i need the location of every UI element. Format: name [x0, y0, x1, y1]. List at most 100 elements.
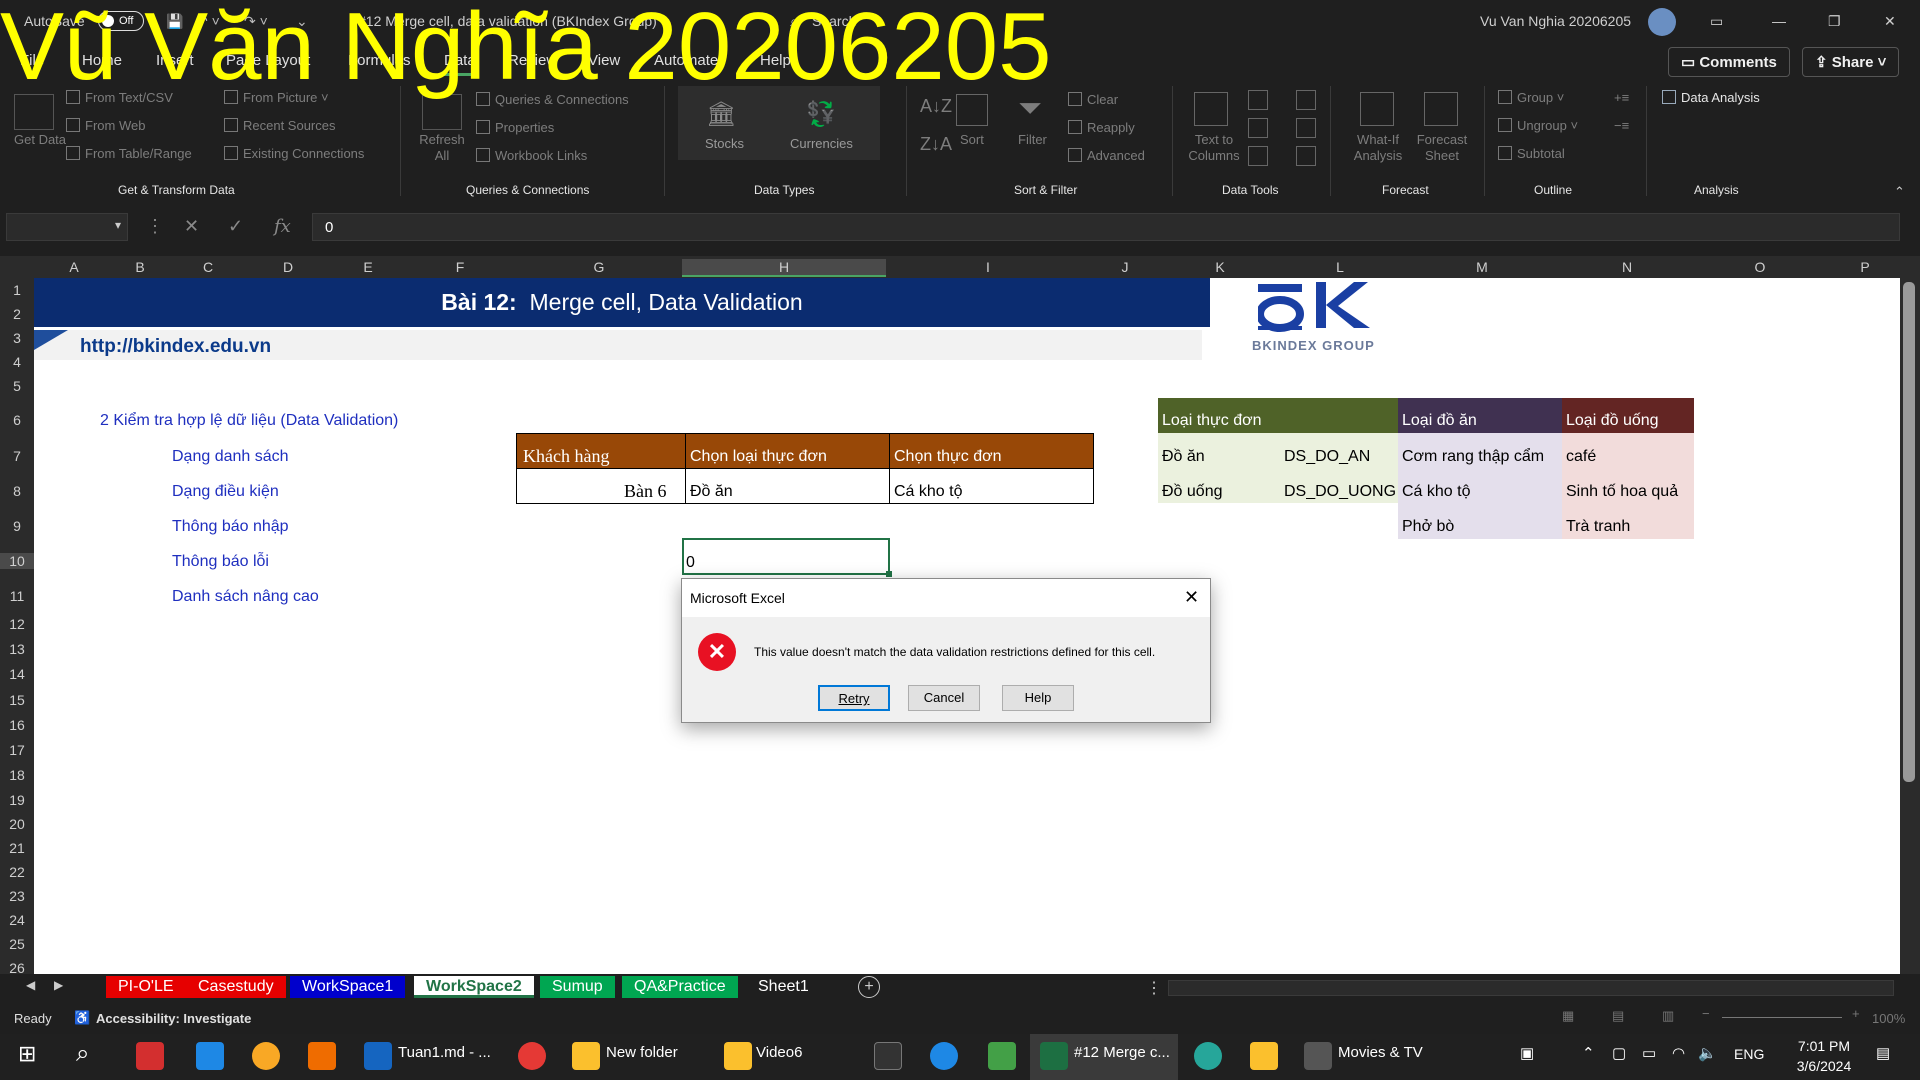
formula-input[interactable]: 0 — [312, 213, 1900, 241]
fill-handle[interactable] — [886, 571, 892, 577]
docker-icon[interactable] — [930, 1042, 958, 1070]
col-header[interactable]: P — [1830, 259, 1900, 275]
zoom-out-icon[interactable]: − — [1702, 1006, 1710, 1021]
taskbar-excel[interactable]: #12 Merge c... — [1074, 1044, 1170, 1061]
what-if-button[interactable]: What-If Analysis — [1348, 132, 1408, 164]
tray-chevron-icon[interactable]: ⌃ — [1582, 1044, 1595, 1062]
row-header[interactable]: 13 — [0, 641, 34, 657]
prev-sheet-icon[interactable]: ◀ — [26, 978, 35, 992]
hide-detail-icon[interactable]: −≡ — [1614, 118, 1629, 133]
row-header[interactable]: 5 — [0, 378, 34, 394]
tab-split-icon[interactable]: ⋮ — [1146, 978, 1162, 998]
zoom-level[interactable]: 100% — [1872, 1011, 1905, 1026]
relationships-icon[interactable] — [1296, 118, 1316, 138]
advanced-button[interactable]: Advanced — [1068, 148, 1145, 163]
lookup-cell[interactable]: DS_DO_AN — [1284, 448, 1370, 466]
row-header[interactable]: 15 — [0, 692, 34, 708]
row-header[interactable]: 24 — [0, 912, 34, 928]
search-taskbar-icon[interactable]: ⌕ — [76, 1040, 89, 1068]
row-header[interactable]: 3 — [0, 330, 34, 346]
next-sheet-icon[interactable]: ▶ — [54, 978, 63, 992]
minimize-icon[interactable]: — — [1772, 13, 1786, 29]
row-header[interactable]: 11 — [0, 588, 34, 604]
stocks-button[interactable]: Stocks — [705, 136, 744, 151]
lookup-cell[interactable]: Phở bò — [1402, 518, 1454, 536]
battery-icon[interactable]: ▭ — [1642, 1044, 1656, 1062]
collapse-ribbon-icon[interactable]: ⌃ — [1894, 184, 1905, 200]
sheet-tab[interactable]: WorkSpace1 — [290, 976, 406, 998]
lookup-cell[interactable]: Đồ ăn — [1162, 448, 1205, 466]
tray-icon[interactable]: ▢ — [1612, 1044, 1626, 1062]
app-icon[interactable] — [196, 1042, 224, 1070]
col-header[interactable]: M — [1400, 259, 1564, 275]
sheet-tab[interactable]: Sumup — [540, 976, 615, 998]
filter-button[interactable]: Filter — [1018, 132, 1047, 147]
vertical-scroll-thumb[interactable] — [1903, 282, 1915, 782]
app-icon[interactable] — [136, 1042, 164, 1070]
vscode-icon[interactable] — [364, 1042, 392, 1070]
row-header[interactable]: 25 — [0, 936, 34, 952]
row-header[interactable]: 14 — [0, 666, 34, 682]
col-header[interactable]: F — [420, 259, 500, 275]
from-table-button[interactable]: From Table/Range — [66, 146, 192, 161]
col-header[interactable]: B — [112, 259, 168, 275]
help-button[interactable]: Help — [1002, 685, 1074, 711]
clear-button[interactable]: Clear — [1068, 92, 1118, 107]
row-header[interactable]: 22 — [0, 864, 34, 880]
lookup-cell[interactable]: Đồ uống — [1162, 483, 1223, 501]
user-name[interactable]: Vu Van Nghia 20206205 — [1480, 13, 1631, 29]
comments-button[interactable]: ▭ Comments — [1668, 47, 1790, 77]
row-header[interactable]: 4 — [0, 354, 34, 370]
refresh-all-button[interactable]: Refresh All — [414, 132, 470, 164]
col-header-active[interactable]: H — [682, 259, 886, 277]
app-icon[interactable] — [988, 1042, 1016, 1070]
folder-icon[interactable] — [724, 1042, 752, 1070]
col-header[interactable]: J — [1090, 259, 1160, 275]
sort-button[interactable]: Sort — [960, 132, 984, 147]
currencies-button[interactable]: Currencies — [790, 136, 853, 151]
sheet-tab-active[interactable]: WorkSpace2 — [414, 976, 534, 998]
excel-icon[interactable] — [1040, 1042, 1068, 1070]
data-validation-icon[interactable] — [1248, 146, 1268, 166]
sheet-tab[interactable]: QA&Practice — [622, 976, 738, 998]
existing-connections-button[interactable]: Existing Connections — [224, 146, 364, 161]
cancel-button[interactable]: Cancel — [908, 685, 980, 711]
col-header[interactable]: O — [1690, 259, 1830, 275]
powerbi-icon[interactable] — [1250, 1042, 1278, 1070]
url-link[interactable]: http://bkindex.edu.vn — [80, 336, 271, 358]
terminal-icon[interactable] — [874, 1042, 902, 1070]
notifications-icon[interactable]: ▤ — [1876, 1044, 1890, 1062]
lookup-cell[interactable]: Cơm rang thập cẩm — [1402, 448, 1544, 466]
taskbar-folder[interactable]: New folder — [606, 1044, 678, 1061]
taskbar-video[interactable]: Video6 — [756, 1044, 802, 1061]
name-box[interactable]: ▾ — [6, 213, 128, 241]
more-icon[interactable]: ⋮ — [146, 216, 164, 237]
row-header[interactable]: 23 — [0, 888, 34, 904]
col-header[interactable]: I — [886, 259, 1090, 275]
row-header[interactable]: 8 — [0, 483, 34, 499]
chrome-icon[interactable] — [518, 1042, 546, 1070]
page-break-view-icon[interactable]: ▥ — [1662, 1008, 1674, 1024]
remove-duplicates-icon[interactable] — [1248, 118, 1268, 138]
row-header-active[interactable]: 10 — [0, 553, 34, 569]
recent-sources-button[interactable]: Recent Sources — [224, 118, 336, 133]
row-header[interactable]: 17 — [0, 742, 34, 758]
lookup-cell[interactable]: DS_DO_UONG — [1284, 483, 1396, 501]
row-header[interactable]: 20 — [0, 816, 34, 832]
volume-icon[interactable]: 🔈 — [1698, 1044, 1717, 1062]
ungroup-button[interactable]: Ungroup ˅ — [1498, 118, 1578, 133]
row-header[interactable]: 9 — [0, 518, 34, 534]
news-icon[interactable]: ▣ — [1520, 1044, 1534, 1062]
cancel-entry-icon[interactable]: ✕ — [184, 216, 199, 237]
movies-icon[interactable] — [1304, 1042, 1332, 1070]
confirm-entry-icon[interactable]: ✓ — [228, 216, 243, 237]
row-header[interactable]: 12 — [0, 616, 34, 632]
horizontal-scrollbar[interactable] — [1168, 980, 1894, 996]
zoom-in-icon[interactable]: + — [1852, 1006, 1860, 1021]
lookup-cell[interactable]: Cá kho tộ — [1402, 483, 1470, 501]
col-header[interactable]: K — [1160, 259, 1280, 275]
language-indicator[interactable]: ENG — [1734, 1046, 1764, 1062]
restore-icon[interactable]: ❐ — [1828, 13, 1841, 30]
col-header[interactable]: C — [170, 259, 246, 275]
windows-start-icon[interactable]: ⊞ — [18, 1041, 36, 1067]
